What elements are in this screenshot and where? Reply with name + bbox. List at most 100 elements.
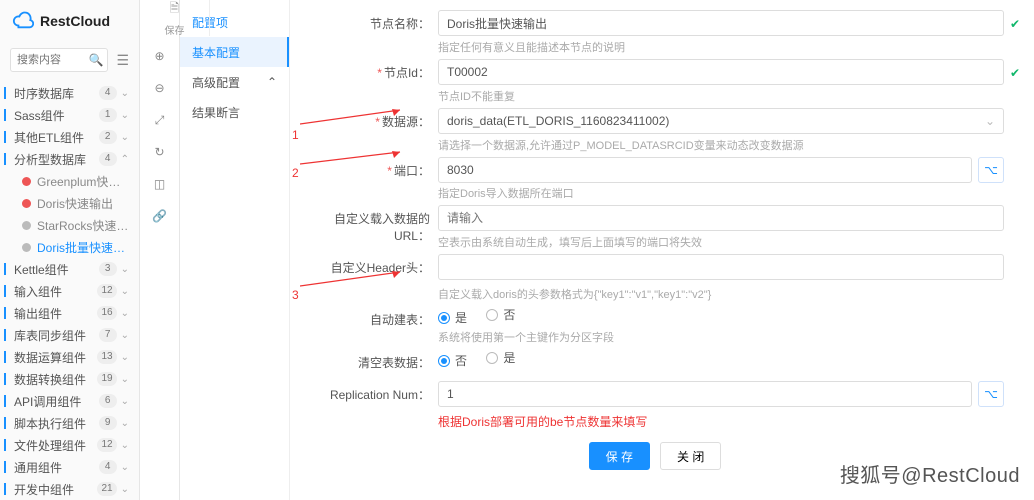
tree-group-item[interactable]: 输出组件16⌄ bbox=[0, 302, 139, 324]
chevron-down-icon: ⌄ bbox=[985, 114, 995, 128]
input-port[interactable] bbox=[438, 157, 972, 183]
tree-child-item[interactable]: Greenplum快速输出 bbox=[0, 170, 139, 192]
chevron-icon: ⌄ bbox=[121, 88, 129, 99]
chevron-icon: ⌄ bbox=[121, 440, 129, 451]
textarea-header[interactable] bbox=[438, 254, 1004, 280]
top-toolbar: 🗎 保存 bbox=[140, 0, 210, 36]
chevron-icon: ⌃ bbox=[121, 154, 129, 165]
chevron-icon: ⌄ bbox=[121, 308, 129, 319]
status-dot-icon bbox=[22, 221, 31, 230]
label-datasource: 数据源 bbox=[382, 115, 418, 129]
chevron-icon: ⌄ bbox=[121, 264, 129, 275]
hint-header: 自定义载入doris的头参数格式为{"key1":"v1","key1":"v2… bbox=[438, 286, 1004, 302]
hint-url: 空表示由系统自动生成，填写后上面填写的端口将失效 bbox=[438, 234, 1004, 250]
status-dot-icon bbox=[22, 177, 31, 186]
tab-assert[interactable]: 结果断言 bbox=[180, 97, 289, 127]
chevron-up-icon: ⌃ bbox=[267, 75, 277, 89]
refresh-icon[interactable]: ↻ bbox=[150, 142, 170, 162]
config-tabs: 配置项 基本配置 高级配置⌃ 结果断言 bbox=[180, 0, 290, 500]
check-icon: ✔ bbox=[1010, 17, 1020, 31]
tree-group-item[interactable]: API调用组件6⌄ bbox=[0, 390, 139, 412]
tree-group-item[interactable]: 文件处理组件12⌄ bbox=[0, 434, 139, 456]
search-icon[interactable]: 🔍 bbox=[88, 53, 103, 67]
tree-group-item[interactable]: 数据转换组件19⌄ bbox=[0, 368, 139, 390]
hint-node-name: 指定任何有意义且能描述本节点的说明 bbox=[438, 39, 1004, 55]
status-dot-icon bbox=[22, 243, 31, 252]
label-header: 自定义Header头 bbox=[331, 261, 418, 275]
hint-auto: 系统将使用第一个主键作为分区字段 bbox=[438, 329, 1004, 345]
chevron-icon: ⌄ bbox=[121, 352, 129, 363]
crop-icon[interactable]: ◫ bbox=[150, 174, 170, 194]
label-url: 自定义载入数据的URL bbox=[334, 212, 430, 243]
tree-group-item[interactable]: 时序数据库4⌄ bbox=[0, 82, 139, 104]
save-icon: 🗎 bbox=[170, 0, 180, 20]
annotation-2: 2 bbox=[292, 166, 299, 180]
tree-group-item[interactable]: Kettle组件3⌄ bbox=[0, 258, 139, 280]
tab-basic[interactable]: 基本配置 bbox=[180, 37, 289, 67]
radio-clear-no[interactable]: 否 bbox=[438, 352, 467, 369]
input-node-id[interactable] bbox=[438, 59, 1004, 85]
chevron-icon: ⌄ bbox=[121, 330, 129, 341]
rep-action-icon[interactable]: ⌥ bbox=[978, 381, 1004, 407]
tab-advanced[interactable]: 高级配置⌃ bbox=[180, 67, 289, 97]
list-toggle-icon[interactable]: ☰ bbox=[116, 52, 129, 69]
annotation-3: 3 bbox=[292, 288, 299, 302]
annotation-1: 1 bbox=[292, 128, 299, 142]
label-node-id: 节点Id bbox=[384, 66, 418, 80]
tree-group-item[interactable]: 通用组件4⌄ bbox=[0, 456, 139, 478]
toolbar-save-button[interactable]: 🗎 保存 bbox=[165, 0, 185, 37]
brand-name: RestCloud bbox=[40, 13, 110, 29]
chevron-icon: ⌄ bbox=[121, 132, 129, 143]
tree-child-item[interactable]: Doris快速输出 bbox=[0, 192, 139, 214]
select-datasource[interactable]: doris_data(ETL_DORIS_1160823411002) ⌄ bbox=[438, 108, 1004, 134]
chevron-icon: ⌄ bbox=[121, 286, 129, 297]
radio-auto-no[interactable]: 否 bbox=[486, 306, 515, 323]
hint-node-id: 节点ID不能重复 bbox=[438, 88, 1004, 104]
tree-group-item[interactable]: Sass组件1⌄ bbox=[0, 104, 139, 126]
input-node-name[interactable] bbox=[438, 10, 1004, 36]
chevron-icon: ⌄ bbox=[121, 418, 129, 429]
hint-port: 指定Doris导入数据所在端口 bbox=[438, 185, 1004, 201]
chevron-icon: ⌄ bbox=[121, 110, 129, 121]
port-action-icon[interactable]: ⌥ bbox=[978, 157, 1004, 183]
chevron-icon: ⌄ bbox=[121, 462, 129, 473]
close-button[interactable]: 关 闭 bbox=[660, 442, 721, 470]
component-tree: 时序数据库4⌄Sass组件1⌄其他ETL组件2⌄分析型数据库4⌃Greenplu… bbox=[0, 78, 139, 500]
radio-auto-yes[interactable]: 是 bbox=[438, 309, 467, 326]
chevron-icon: ⌄ bbox=[121, 396, 129, 407]
check-icon: ✔ bbox=[1010, 66, 1020, 80]
search-input-wrap: 🔍 bbox=[10, 48, 108, 72]
brand-logo: RestCloud bbox=[0, 0, 139, 42]
input-url[interactable] bbox=[438, 205, 1004, 231]
cloud-icon bbox=[12, 10, 34, 32]
tree-group-item[interactable]: 数据运算组件13⌄ bbox=[0, 346, 139, 368]
tree-group-item[interactable]: 库表同步组件7⌄ bbox=[0, 324, 139, 346]
tree-group-item[interactable]: 输入组件12⌄ bbox=[0, 280, 139, 302]
expand-icon[interactable]: ⤢ bbox=[150, 110, 170, 130]
tree-child-item[interactable]: StarRocks快速输出 bbox=[0, 214, 139, 236]
link-icon[interactable]: 🔗 bbox=[150, 206, 170, 226]
chevron-icon: ⌄ bbox=[121, 484, 129, 495]
watermark: 搜狐号@RestCloud bbox=[840, 459, 1020, 488]
label-port: 端口 bbox=[394, 164, 418, 178]
save-button[interactable]: 保 存 bbox=[589, 442, 650, 470]
config-form: 节点名称： ✔ 指定任何有意义且能描述本节点的说明 *节点Id： ✔ 节点ID不… bbox=[290, 0, 1034, 500]
tree-child-item[interactable]: Doris批量快速输出 bbox=[0, 236, 139, 258]
tree-group-item[interactable]: 开发中组件21⌄ bbox=[0, 478, 139, 500]
zoom-out-icon[interactable]: ⊖ bbox=[150, 78, 170, 98]
toolbar-save-label: 保存 bbox=[165, 22, 185, 37]
label-replication: Replication Num bbox=[330, 388, 418, 402]
chevron-icon: ⌄ bbox=[121, 374, 129, 385]
label-clear: 清空表数据 bbox=[358, 356, 418, 370]
label-node-name: 节点名称 bbox=[370, 17, 418, 31]
radio-clear-yes[interactable]: 是 bbox=[486, 349, 515, 366]
tree-group-item[interactable]: 脚本执行组件9⌄ bbox=[0, 412, 139, 434]
label-auto: 自动建表 bbox=[370, 313, 418, 327]
input-replication[interactable] bbox=[438, 381, 972, 407]
status-dot-icon bbox=[22, 199, 31, 208]
tree-group-item[interactable]: 其他ETL组件2⌄ bbox=[0, 126, 139, 148]
note-replication: 根据Doris部署可用的be节点数量来填写 bbox=[438, 413, 1004, 430]
tree-group-item[interactable]: 分析型数据库4⌃ bbox=[0, 148, 139, 170]
hint-datasource: 请选择一个数据源,允许通过P_MODEL_DATASRCID变量来动态改变数据源 bbox=[438, 137, 1004, 153]
zoom-in-icon[interactable]: ⊕ bbox=[150, 46, 170, 66]
